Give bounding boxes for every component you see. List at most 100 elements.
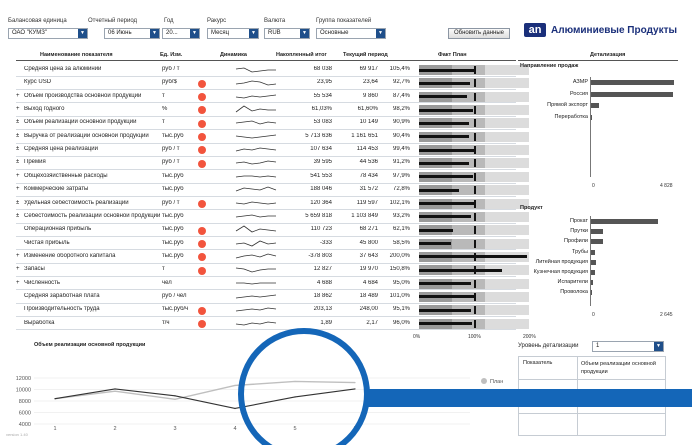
expand-toggle-icon[interactable]: ± — [16, 146, 19, 152]
filter-label: Балансовая единица — [8, 18, 67, 24]
expand-toggle-icon[interactable]: ± — [16, 119, 19, 125]
detail-axis-line — [590, 77, 591, 177]
row-accum: 12 827 — [313, 266, 332, 273]
row-name: Объем производства основной продукции — [24, 92, 142, 99]
row-name: Средняя цена реализации — [24, 146, 98, 153]
row-accum: 4 688 — [316, 279, 332, 286]
direction-title: Направление продаж — [520, 63, 579, 69]
bullet-actual — [419, 188, 459, 192]
row-percent: 105,4% — [389, 66, 410, 72]
detail-bar — [591, 249, 595, 255]
table-row[interactable]: ± Выручка от реализации основной продукци… — [16, 131, 529, 144]
row-unit: чел — [162, 279, 172, 286]
alert-indicator-icon — [198, 93, 206, 102]
sparkline — [235, 94, 277, 99]
filter-select[interactable]: Основные ▼ — [316, 28, 386, 39]
table-row[interactable]: ± Премия руб / т 39 595 44 536 91,2% — [16, 157, 529, 171]
filter-select[interactable]: 20... ▼ — [162, 28, 200, 39]
expand-toggle-icon[interactable]: ± — [16, 159, 19, 165]
expand-toggle-icon[interactable]: + — [16, 253, 20, 259]
chevron-down-icon[interactable]: ▼ — [78, 29, 87, 38]
row-name: Общехозяйственные расходы — [24, 172, 108, 179]
expand-toggle-icon[interactable]: + — [16, 106, 20, 112]
sparkline-path — [235, 186, 277, 192]
row-accum: 541 553 — [310, 172, 332, 179]
table-row[interactable]: ± Средняя цена реализации руб / т 107 634 11… — [16, 144, 529, 157]
filter-select[interactable]: RUB ▼ — [264, 28, 310, 39]
row-unit: т/ч — [162, 319, 170, 326]
filter-value: Основные — [320, 30, 349, 36]
detail-label: Профили — [564, 238, 588, 245]
row-accum: 68 038 — [313, 66, 332, 72]
table-row[interactable]: Чистая прибыль тыс.руб -333 45 800 58,5% — [16, 238, 529, 251]
table-row[interactable]: + Выход годного% 61,03% 61,60% 98,2% — [16, 104, 529, 117]
mini-table-col2: Объем реализации основной продукции — [581, 361, 656, 375]
expand-toggle-icon[interactable]: + — [16, 280, 20, 286]
bullet-bar — [419, 171, 529, 182]
bullet-actual — [419, 95, 468, 99]
expand-toggle-icon[interactable]: + — [16, 266, 20, 272]
sparkline — [235, 214, 276, 218]
filter-label: Ракурс — [207, 18, 227, 24]
table-row[interactable]: Производительность труда тыс.руб/ч 203,13 2… — [16, 304, 529, 318]
bullet-target — [474, 172, 476, 181]
chevron-down-icon[interactable]: ▼ — [300, 29, 309, 38]
bullet-bar — [419, 318, 529, 329]
table-row[interactable]: ± Себестоимость реализации основной проду… — [16, 211, 529, 224]
level-select[interactable]: 1 ▼ — [592, 341, 664, 352]
sparkline — [235, 80, 277, 86]
mini-table-col1: Показатель — [523, 360, 553, 366]
filter-select[interactable]: 06 Июнь ▼ — [104, 28, 160, 39]
detail-bar — [591, 114, 592, 120]
filter-select[interactable]: ОАО "КУМЗ" ▼ — [8, 28, 88, 39]
table-row[interactable]: + Общехозяйственные расходы тыс.руб 541 553… — [16, 171, 529, 184]
table-row[interactable]: + Численность чел 4 688 4 684 95,0% — [16, 278, 529, 291]
bullet-target — [474, 159, 476, 168]
table-row[interactable]: ± Удельная себестоимость реализации руб / … — [16, 198, 529, 211]
sparkline — [235, 161, 277, 165]
sparkline — [235, 134, 277, 139]
refresh-data-button[interactable]: Обновить данные — [448, 28, 510, 39]
table-row[interactable]: + Объем производства основной продукции т 5… — [16, 91, 529, 104]
sparkline-path — [235, 134, 277, 139]
expand-toggle-icon[interactable]: + — [16, 186, 20, 192]
bullet-target — [474, 226, 476, 235]
table-row[interactable]: + Запасы т 12 827 19 970 150,8% — [16, 264, 529, 278]
chevron-down-icon[interactable]: ▼ — [190, 29, 199, 38]
filter-value: Месяц — [211, 30, 230, 36]
expand-toggle-icon[interactable]: ± — [16, 133, 19, 139]
detail-label: Трубы — [572, 248, 588, 255]
chevron-down-icon[interactable]: ▼ — [654, 342, 663, 351]
sparkline — [235, 147, 277, 152]
x-tick-label: 4 — [233, 426, 236, 432]
table-row[interactable]: ± Объем реализации основной продукции т 53 … — [16, 117, 529, 131]
alert-indicator-icon — [198, 226, 206, 235]
table-row[interactable]: + Изменение оборотного капитала тыс.руб -37… — [16, 251, 529, 264]
filter-select[interactable]: Месяц ▼ — [207, 28, 259, 39]
bullet-axis-tick: 200% — [523, 334, 536, 340]
alert-indicator-icon — [198, 79, 206, 88]
x-tick-label: 3 — [173, 426, 176, 432]
bullet-actual — [419, 148, 474, 152]
table-row[interactable]: Средняя заработная плата руб / чел 18 862 1… — [16, 291, 529, 304]
table-row[interactable]: Операционная прибыль тыс.руб 110 723 68 271… — [16, 224, 529, 237]
table-row[interactable]: + Коммерческие затраты тыс.руб 188 046 31 57… — [16, 184, 529, 197]
bullet-actual — [419, 322, 472, 326]
row-current: 69 917 — [359, 66, 378, 72]
chevron-down-icon[interactable]: ▼ — [249, 29, 258, 38]
sparkline-path — [235, 214, 276, 218]
expand-toggle-icon[interactable]: + — [16, 93, 20, 99]
table-row[interactable]: Выработка т/ч 1,89 2,17 96,0% — [16, 318, 529, 331]
bullet-bar — [419, 145, 529, 156]
expand-toggle-icon[interactable]: + — [16, 173, 20, 179]
expand-toggle-icon[interactable]: ± — [16, 200, 19, 206]
row-accum: -378 803 — [308, 252, 332, 259]
row-unit: руб / т — [162, 199, 180, 206]
table-row[interactable]: Средняя цена за алюминий руб / т 68 038 69 … — [16, 64, 529, 77]
chevron-down-icon[interactable]: ▼ — [376, 29, 385, 38]
chevron-down-icon[interactable]: ▼ — [150, 29, 159, 38]
row-accum: 18 862 — [313, 292, 332, 299]
expand-toggle-icon[interactable]: ± — [16, 213, 19, 219]
table-row[interactable]: Курс USD руб/$ 23,95 23,64 92,7% — [16, 77, 529, 91]
row-current: 37 643 — [359, 252, 378, 259]
